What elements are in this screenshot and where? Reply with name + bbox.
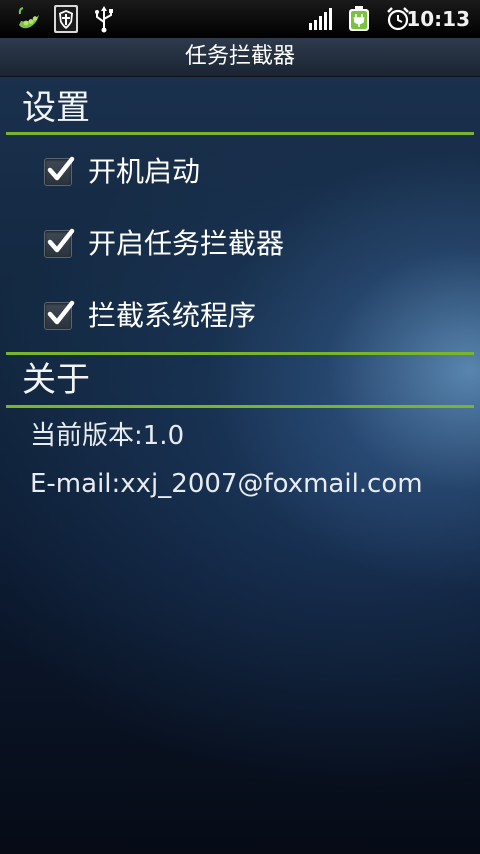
boot-start-label: 开机启动 xyxy=(88,155,201,188)
status-bar: 10:13 xyxy=(0,0,480,39)
shield-app-icon xyxy=(52,4,80,34)
pref-item-boot-start[interactable]: 开机启动 xyxy=(0,137,480,207)
about-category-header: 关于 xyxy=(0,352,480,410)
enable-interceptor-checkbox[interactable] xyxy=(44,228,75,258)
about-top-divider xyxy=(6,352,474,355)
about-category-title: 关于 xyxy=(22,360,90,400)
email-text: E-mail:xxj_2007@foxmail.com xyxy=(30,469,423,499)
version-text: 当前版本:1.0 xyxy=(30,421,185,451)
status-time: 10:13 xyxy=(406,7,470,31)
about-category-divider xyxy=(6,405,474,408)
pref-item-enable-interceptor[interactable]: 开启任务拦截器 xyxy=(0,209,480,279)
intercept-system-apps-label: 拦截系统程序 xyxy=(88,299,257,332)
settings-category-divider xyxy=(6,132,474,135)
pref-item-intercept-system-apps[interactable]: 拦截系统程序 xyxy=(0,281,480,351)
checkmark-icon xyxy=(47,300,75,325)
checkmark-icon xyxy=(47,156,75,181)
intercept-system-apps-checkbox[interactable] xyxy=(44,300,75,330)
settings-category-title: 设置 xyxy=(22,88,90,128)
checkmark-icon xyxy=(47,228,75,253)
battery-charging-icon xyxy=(346,4,372,34)
settings-category-header: 设置 xyxy=(0,86,480,138)
signal-icon xyxy=(306,4,336,34)
usb-icon xyxy=(92,4,116,34)
app-title-bar: 任务拦截器 xyxy=(0,38,480,77)
pea-pod-icon xyxy=(14,4,44,34)
enable-interceptor-label: 开启任务拦截器 xyxy=(88,227,285,260)
boot-start-checkbox[interactable] xyxy=(44,156,75,186)
app-title: 任务拦截器 xyxy=(184,44,295,69)
